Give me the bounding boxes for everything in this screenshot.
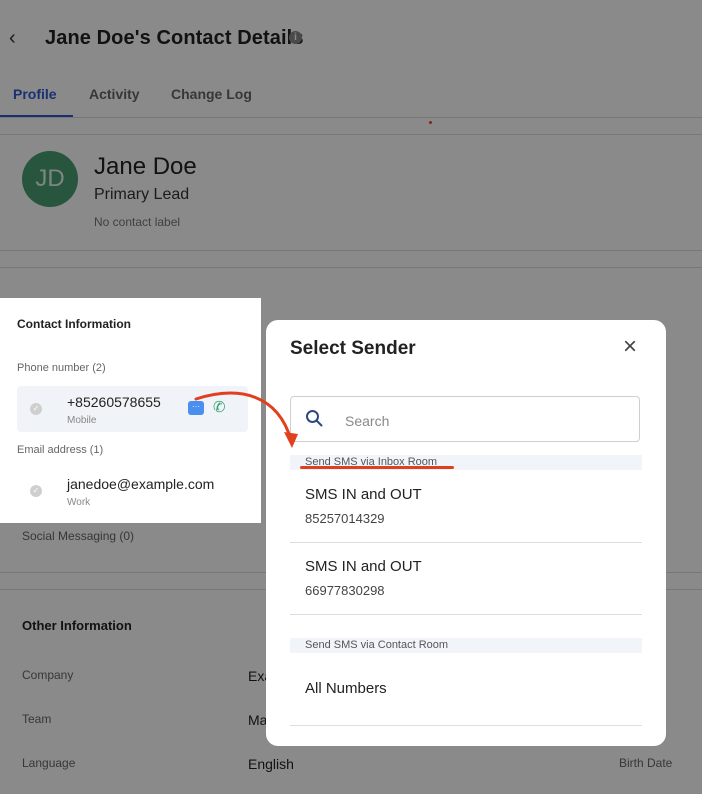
sender-option-name: SMS IN and OUT <box>305 558 422 575</box>
sender-option-name: SMS IN and OUT <box>305 486 422 503</box>
call-icon[interactable]: ✆ <box>213 398 226 416</box>
sender-option[interactable]: All Numbers <box>290 653 642 726</box>
email-address: janedoe@example.com <box>67 476 215 492</box>
contact-information-panel: Contact Information Phone number (2) ✓ +… <box>0 298 261 523</box>
check-icon: ✓ <box>30 403 42 415</box>
contact-information-title: Contact Information <box>17 317 131 331</box>
sms-icon[interactable]: ··· <box>188 401 204 415</box>
email-address-header: Email address (1) <box>17 444 104 456</box>
search-icon <box>306 410 323 427</box>
sender-option-name: All Numbers <box>305 680 387 697</box>
group-header-contact: Send SMS via Contact Room <box>290 638 642 653</box>
select-sender-modal: Select Sender × Send SMS via Inbox Room … <box>266 320 666 746</box>
close-icon[interactable]: × <box>620 335 640 359</box>
search-box[interactable] <box>290 396 640 442</box>
annotation-underline <box>300 466 454 469</box>
phone-row[interactable]: ✓ +85260578655 Mobile ··· ✆ <box>17 386 248 432</box>
phone-type: Mobile <box>67 415 97 426</box>
email-type: Work <box>67 497 91 508</box>
phone-number-header: Phone number (2) <box>17 362 106 374</box>
phone-number: +85260578655 <box>67 394 161 410</box>
sender-option[interactable]: SMS IN and OUT 66977830298 <box>290 542 642 615</box>
email-row[interactable]: ✓ janedoe@example.com Work <box>17 468 248 514</box>
sender-option-number: 85257014329 <box>305 511 385 526</box>
sender-option[interactable]: SMS IN and OUT 85257014329 <box>290 470 642 543</box>
modal-title: Select Sender <box>290 338 416 359</box>
check-icon: ✓ <box>30 485 42 497</box>
sender-option-number: 66977830298 <box>305 583 385 598</box>
search-input[interactable] <box>343 410 627 432</box>
